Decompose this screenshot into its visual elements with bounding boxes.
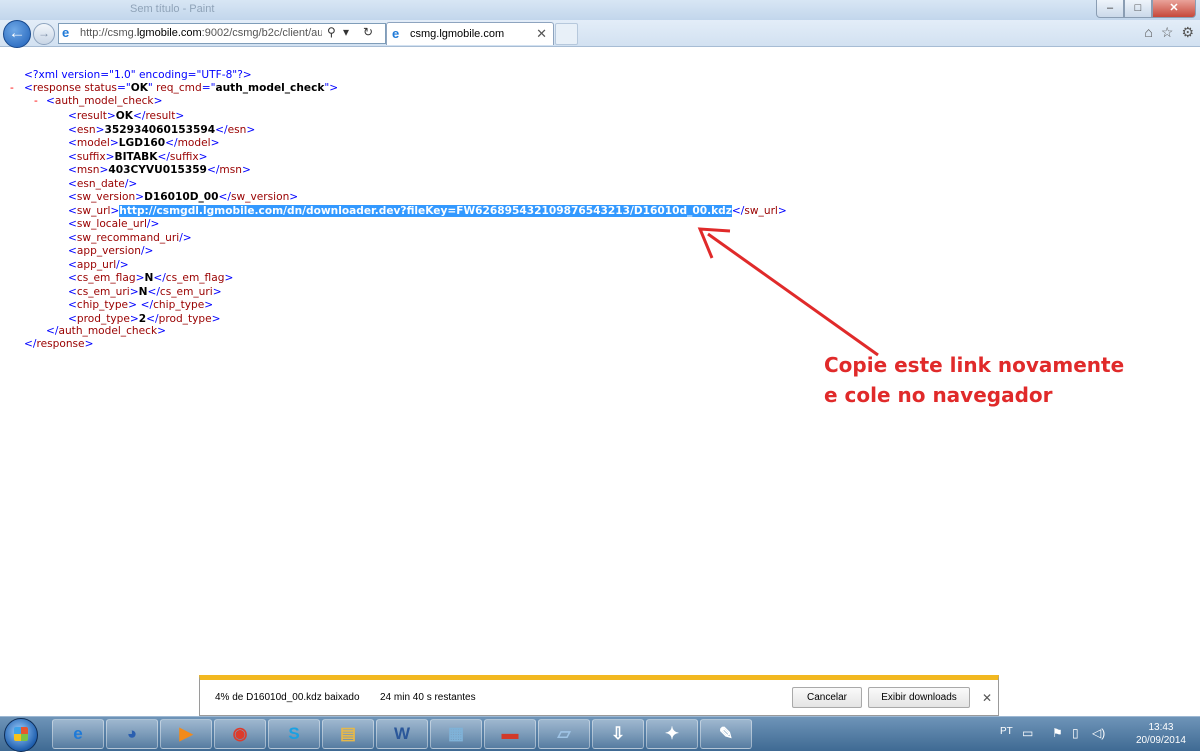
- response-close-tag: </response>: [24, 338, 94, 350]
- xml-element-esn: <esn>352934060153594</esn>: [68, 123, 256, 136]
- xml-element-cs-em-flag: <cs_em_flag>N</cs_em_flag>: [68, 272, 234, 284]
- xml-element-chip-type: <chip_type> </chip_type>: [68, 299, 214, 311]
- system-tray: PT ▭ ⚑ ▯ ◁) 13:43 20/09/2014: [990, 717, 1200, 751]
- tab-csmg[interactable]: e csmg.lgmobile.com ✕: [386, 22, 554, 45]
- refresh-icon[interactable]: ↻: [363, 25, 373, 39]
- xml-declaration: <?xml version="1.0" encoding="UTF-8"?>: [24, 69, 252, 81]
- xml-element-sw-version: <sw_version>D16010D_00</sw_version>: [68, 191, 299, 203]
- volume-icon[interactable]: ◁): [1092, 726, 1105, 740]
- tab-title: csmg.lgmobile.com: [410, 28, 505, 40]
- flash-tool-taskbar-icon[interactable]: ✦: [646, 719, 698, 749]
- auth-model-check-open-tag: <auth_model_check>: [46, 95, 163, 107]
- tab-page-icon: e: [392, 26, 400, 41]
- favorites-icon[interactable]: ☆: [1161, 24, 1174, 41]
- xml-element-app-url: <app_url/>: [68, 258, 129, 271]
- browser-toolbar-icons: ⌂ ☆ ⚙: [1144, 24, 1194, 41]
- download-status: 4% de D16010d_00.kdz baixado: [215, 692, 360, 703]
- chrome-taskbar-icon[interactable]: ◉: [214, 719, 266, 749]
- address-url[interactable]: http://csmg.lgmobile.com:9002/csmg/b2c/c…: [80, 27, 322, 39]
- search-icon[interactable]: ⚲: [327, 25, 336, 39]
- xml-value: 352934060153594: [104, 123, 216, 136]
- forward-button[interactable]: →: [33, 23, 55, 45]
- ie-taskbar-icon[interactable]: e: [52, 719, 104, 749]
- window-controls: – □ ✕: [1096, 0, 1196, 18]
- xml-element-msn: <msn>403CYVU015359</msn>: [68, 164, 251, 176]
- language-indicator[interactable]: PT: [1000, 726, 1013, 737]
- notes-taskbar-icon[interactable]: ▱: [538, 719, 590, 749]
- address-bar[interactable]: e http://csmg.lgmobile.com:9002/csmg/b2c…: [58, 23, 386, 44]
- annotation-text: Copie este link novamente e cole no nave…: [824, 350, 1124, 410]
- download-bar-close-icon[interactable]: ✕: [982, 691, 992, 705]
- taskbar: e ◕ ▶ ◉ S ▤ W ▦ ▬ ▱ ⇩ ✦ ✎ PT ▭ ⚑ ▯ ◁) 13:43 20/09/20…: [0, 716, 1200, 752]
- windows-logo-icon: [14, 727, 28, 741]
- xml-element-suffix: <suffix>BITABK</suffix>: [68, 150, 208, 163]
- app-taskbar-icon[interactable]: ▦: [430, 719, 482, 749]
- media-player-taskbar-icon[interactable]: ▶: [160, 719, 212, 749]
- xml-element-result: <result>OK</result>: [68, 110, 185, 122]
- explorer-taskbar-icon[interactable]: ▤: [322, 719, 374, 749]
- title-bar: Sem título - Paint – □ ✕: [0, 0, 1200, 20]
- xml-value: 403CYVU015359: [108, 164, 207, 176]
- google-earth-taskbar-icon[interactable]: ◕: [106, 719, 158, 749]
- back-button[interactable]: ←: [3, 20, 31, 48]
- auth-model-check-close-tag: </auth_model_check>: [46, 325, 167, 337]
- xml-element-prod-type: <prod_type>2</prod_type>: [68, 312, 221, 325]
- tab-close-icon[interactable]: ✕: [536, 26, 547, 42]
- xml-value: N: [144, 272, 154, 284]
- toolbox-taskbar-icon[interactable]: ▬: [484, 719, 536, 749]
- action-center-flag-icon[interactable]: ⚑: [1052, 726, 1063, 740]
- clock-time: 13:43: [1148, 722, 1174, 733]
- xml-element-cs-em-uri: <cs_em_uri>N</cs_em_uri>: [68, 285, 222, 298]
- dropdown-icon[interactable]: ▾: [343, 25, 349, 39]
- collapse-response-toggle[interactable]: -: [10, 82, 14, 94]
- skype-taskbar-icon[interactable]: S: [268, 719, 320, 749]
- download-taskbar-icon[interactable]: ⇩: [592, 719, 644, 749]
- xml-element-sw-recommand-uri: <sw_recommand_uri/>: [68, 231, 192, 244]
- minimize-button[interactable]: –: [1096, 0, 1124, 18]
- clock-date: 20/09/2014: [1135, 735, 1186, 746]
- xml-element-app-version: <app_version/>: [68, 245, 154, 257]
- tools-icon[interactable]: ⚙: [1181, 24, 1194, 41]
- paint-taskbar-icon[interactable]: ✎: [700, 719, 752, 749]
- xml-element-model: <model>LGD160</model>: [68, 137, 220, 149]
- view-downloads-button[interactable]: Exibir downloads: [868, 687, 970, 708]
- browser-nav-bar: ← → e http://csmg.lgmobile.com:9002/csmg…: [0, 20, 1200, 48]
- new-tab-button[interactable]: [555, 23, 578, 45]
- xml-value: BITABK: [114, 150, 158, 163]
- selected-download-url[interactable]: http://csmgdl.lgmobile.com/dn/downloader…: [119, 204, 732, 217]
- response-open-tag: <response status="OK" req_cmd="auth_mode…: [24, 82, 339, 94]
- clock[interactable]: 13:43 20/09/2014: [1136, 721, 1186, 747]
- cancel-download-button[interactable]: Cancelar: [792, 687, 862, 708]
- keyboard-icon[interactable]: ▭: [1022, 726, 1033, 740]
- collapse-auth-model-check-toggle[interactable]: -: [34, 95, 38, 107]
- start-button[interactable]: [4, 718, 38, 752]
- battery-icon[interactable]: ▯: [1072, 726, 1079, 740]
- annotation-line-1: Copie este link novamente: [824, 353, 1125, 377]
- xml-value: OK: [115, 110, 133, 122]
- download-remaining: 24 min 40 s restantes: [380, 692, 476, 703]
- download-bar: 4% de D16010d_00.kdz baixado 24 min 40 s…: [199, 675, 999, 716]
- ie-page-icon: e: [62, 25, 70, 40]
- maximize-button[interactable]: □: [1124, 0, 1152, 18]
- word-taskbar-icon[interactable]: W: [376, 719, 428, 749]
- annotation-line-2: e cole no navegador: [824, 383, 1053, 407]
- home-icon[interactable]: ⌂: [1144, 24, 1152, 41]
- xml-element-esn-date: <esn_date/>: [68, 177, 138, 190]
- window-title: Sem título - Paint: [130, 3, 215, 15]
- xml-element-sw-locale-url: <sw_locale_url/>: [68, 218, 160, 230]
- xml-value: D16010D_00: [144, 191, 219, 203]
- close-button[interactable]: ✕: [1152, 0, 1196, 18]
- xml-element-sw-url: <sw_url>http://csmgdl.lgmobile.com/dn/do…: [68, 204, 787, 217]
- xml-value: LGD160: [118, 137, 166, 149]
